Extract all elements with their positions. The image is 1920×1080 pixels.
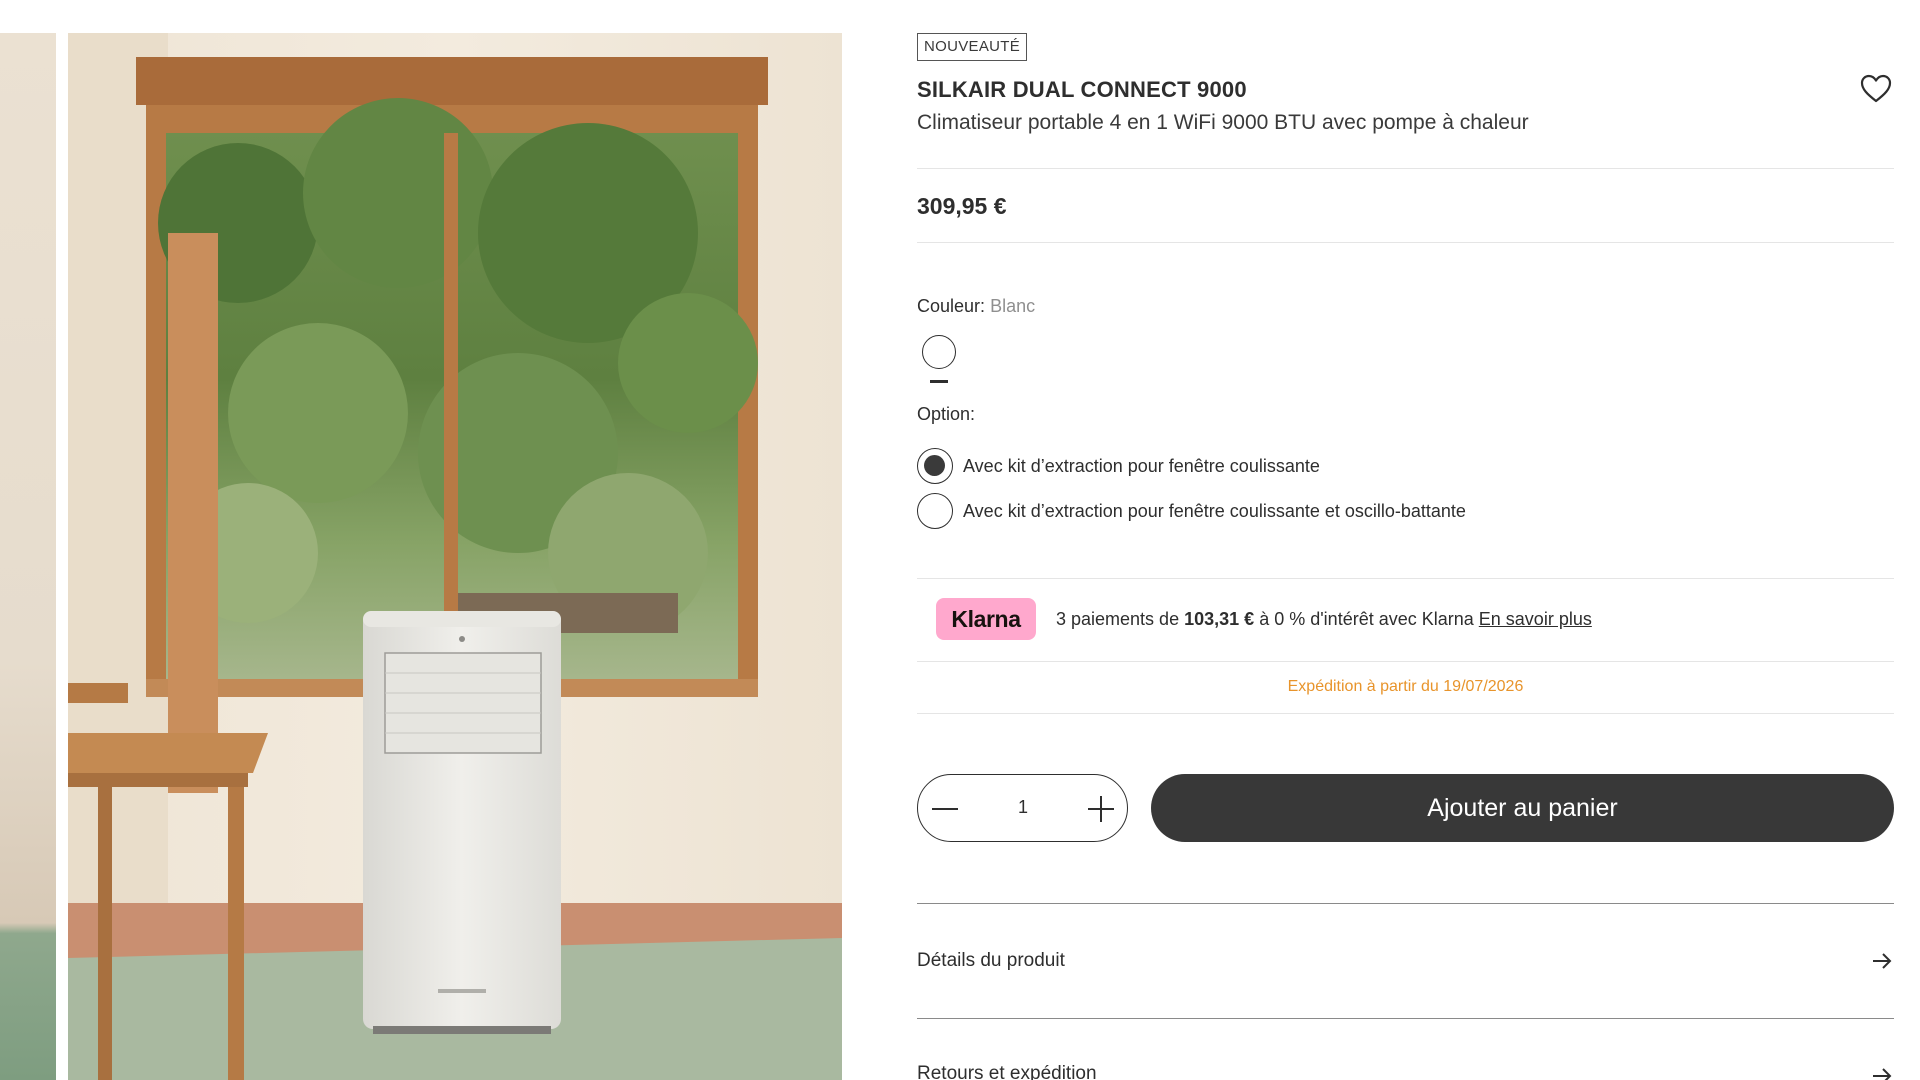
divider [917, 168, 1894, 169]
product-info-panel: NOUVEAUTÉ SILKAIR DUAL CONNECT 9000 Clim… [917, 0, 1894, 1080]
quantity-increase-button[interactable] [1085, 793, 1117, 825]
radio-button-selected[interactable] [917, 448, 953, 484]
klarna-text-after: à 0 % d'intérêt avec Klarna [1259, 608, 1474, 629]
divider [917, 903, 1894, 904]
divider [917, 578, 1894, 579]
divider [917, 713, 1894, 714]
arrow-right-icon [1873, 953, 1892, 969]
color-label: Couleur: Blanc [917, 296, 1035, 317]
main-product-image[interactable] [68, 33, 842, 1080]
klarna-text-before: 3 paiements de [1056, 608, 1180, 629]
quantity-stepper: 1 [917, 774, 1128, 842]
new-badge: NOUVEAUTÉ [917, 33, 1028, 61]
quantity-decrease-button[interactable] [929, 793, 961, 825]
radio-button[interactable] [917, 493, 953, 529]
klarna-learn-more-link[interactable]: En savoir plus [1479, 609, 1592, 629]
divider [917, 661, 1894, 662]
klarna-logo: Klarna [936, 598, 1036, 640]
accordion-label: Détails du produit [917, 950, 1065, 971]
option-text: Avec kit d’extraction pour fenêtre couli… [963, 455, 1320, 476]
accordion-product-details[interactable]: Détails du produit [917, 941, 1894, 981]
arrow-right-icon [1873, 1068, 1892, 1080]
color-value: Blanc [990, 296, 1036, 316]
quantity-value[interactable]: 1 [988, 797, 1058, 818]
klarna-installments: Klarna 3 paiements de 103,31 € à 0 % d'i… [936, 598, 1592, 640]
color-swatch-white[interactable] [922, 335, 956, 369]
klarna-amount: 103,31 € [1184, 608, 1255, 629]
room-scene-illustration [68, 33, 842, 1080]
divider [917, 242, 1894, 243]
plus-icon [1088, 796, 1114, 822]
add-to-cart-button[interactable]: Ajouter au panier [1151, 774, 1894, 842]
product-price: 309,95 € [917, 193, 1007, 219]
previous-product-image[interactable] [0, 33, 56, 1080]
product-subtitle: Climatiseur portable 4 en 1 WiFi 9000 BT… [917, 111, 1529, 134]
accordion-label: Retours et expédition [917, 1063, 1097, 1080]
heart-icon [1860, 74, 1892, 103]
minus-icon [932, 808, 958, 810]
shipping-date-notice: Expédition à partir du 19/07/2026 [1287, 678, 1524, 695]
product-gallery [0, 0, 842, 1080]
product-name: SILKAIR DUAL CONNECT 9000 [917, 77, 1247, 102]
selected-swatch-indicator [930, 380, 948, 383]
divider [917, 1018, 1894, 1019]
color-label-text: Couleur: [917, 296, 986, 316]
wishlist-button[interactable] [1860, 74, 1892, 104]
option-text: Avec kit d’extraction pour fenêtre couli… [963, 500, 1466, 521]
accordion-returns-shipping[interactable]: Retours et expédition [917, 1056, 1894, 1080]
option-sliding-tilt-window-kit[interactable]: Avec kit d’extraction pour fenêtre couli… [917, 493, 1466, 529]
option-label: Option: [917, 404, 976, 424]
option-sliding-window-kit[interactable]: Avec kit d’extraction pour fenêtre couli… [917, 448, 1320, 484]
klarna-message: 3 paiements de 103,31 € à 0 % d'intérêt … [1056, 609, 1592, 630]
